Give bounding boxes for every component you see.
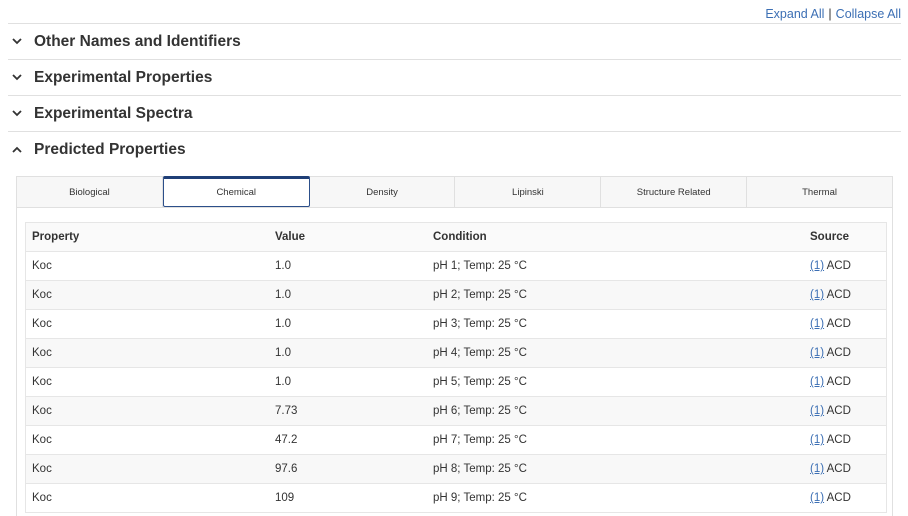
source-name: ACD (826, 289, 851, 301)
table-row: Koc 1.0 pH 2; Temp: 25 °C (1) ACD (26, 280, 886, 310)
table-row: Koc 7.73 pH 6; Temp: 25 °C (1) ACD (26, 396, 886, 426)
cell-condition: pH 8; Temp: 25 °C (427, 454, 804, 484)
source-reference-link[interactable]: (1) (810, 434, 824, 446)
table-row: Koc 1.0 pH 4; Temp: 25 °C (1) ACD (26, 338, 886, 368)
section-list: Other Names and Identifiers Experimental… (8, 23, 901, 167)
tab-lipinski[interactable]: Lipinski (455, 177, 602, 207)
cell-property: Koc (26, 280, 269, 310)
table-row: Koc 97.6 pH 8; Temp: 25 °C (1) ACD (26, 454, 886, 484)
cell-condition: pH 3; Temp: 25 °C (427, 309, 804, 339)
cell-value: 97.6 (269, 454, 427, 484)
section-title: Experimental Spectra (34, 104, 193, 122)
property-tabs: Biological Chemical Density Lipinski Str… (17, 176, 892, 208)
cell-value: 7.73 (269, 396, 427, 426)
cell-property: Koc (26, 309, 269, 339)
table-row: Koc 1.0 pH 3; Temp: 25 °C (1) ACD (26, 309, 886, 339)
source-name: ACD (826, 318, 851, 330)
table-row: Koc 109 pH 9; Temp: 25 °C (1) ACD (26, 483, 886, 513)
source-name: ACD (826, 405, 851, 417)
source-reference-link[interactable]: (1) (810, 347, 824, 359)
section-other-names[interactable]: Other Names and Identifiers (8, 23, 901, 59)
cell-value: 109 (269, 483, 427, 513)
cell-value: 47.2 (269, 425, 427, 455)
cell-value: 1.0 (269, 338, 427, 368)
cell-property: Koc (26, 251, 269, 281)
cell-property: Koc (26, 396, 269, 426)
cell-value: 1.0 (269, 280, 427, 310)
cell-value: 1.0 (269, 309, 427, 339)
header-condition[interactable]: Condition (427, 223, 804, 252)
section-title: Predicted Properties (34, 140, 186, 158)
collapse-all-link[interactable]: Collapse All (836, 7, 901, 21)
cell-source: (1) ACD (804, 251, 886, 281)
cell-source: (1) ACD (804, 425, 886, 455)
cell-source: (1) ACD (804, 338, 886, 368)
expand-collapse-links: Expand All | Collapse All (765, 7, 901, 21)
cell-property: Koc (26, 454, 269, 484)
header-source[interactable]: Source (804, 223, 886, 252)
section-experimental-spectra[interactable]: Experimental Spectra (8, 95, 901, 131)
section-title: Experimental Properties (34, 68, 213, 86)
cell-value: 1.0 (269, 251, 427, 281)
cell-condition: pH 1; Temp: 25 °C (427, 251, 804, 281)
cell-property: Koc (26, 425, 269, 455)
source-reference-link[interactable]: (1) (810, 463, 824, 475)
tab-chemical[interactable]: Chemical (162, 176, 310, 207)
cell-source: (1) ACD (804, 309, 886, 339)
section-predicted-properties[interactable]: Predicted Properties (8, 131, 901, 167)
cell-condition: pH 4; Temp: 25 °C (427, 338, 804, 368)
source-name: ACD (826, 376, 851, 388)
chevron-down-icon (8, 105, 26, 123)
source-reference-link[interactable]: (1) (810, 318, 824, 330)
source-name: ACD (826, 260, 851, 272)
source-reference-link[interactable]: (1) (810, 260, 824, 272)
source-name: ACD (826, 347, 851, 359)
tab-density[interactable]: Density (310, 177, 456, 207)
expand-all-link[interactable]: Expand All (765, 7, 824, 21)
tab-thermal[interactable]: Thermal (747, 177, 892, 207)
properties-table-wrapper: Property Value Condition Source Koc 1.0 … (25, 222, 887, 513)
cell-property: Koc (26, 338, 269, 368)
cell-condition: pH 6; Temp: 25 °C (427, 396, 804, 426)
source-name: ACD (826, 463, 851, 475)
source-reference-link[interactable]: (1) (810, 405, 824, 417)
chevron-down-icon (8, 69, 26, 87)
source-reference-link[interactable]: (1) (810, 289, 824, 301)
source-reference-link[interactable]: (1) (810, 492, 824, 504)
cell-property: Koc (26, 483, 269, 513)
cell-source: (1) ACD (804, 367, 886, 397)
tab-biological[interactable]: Biological (17, 177, 163, 207)
source-reference-link[interactable]: (1) (810, 376, 824, 388)
section-experimental-properties[interactable]: Experimental Properties (8, 59, 901, 95)
cell-source: (1) ACD (804, 454, 886, 484)
cell-source: (1) ACD (804, 483, 886, 513)
tab-structure-related[interactable]: Structure Related (601, 177, 748, 207)
header-value[interactable]: Value (269, 223, 427, 252)
cell-source: (1) ACD (804, 396, 886, 426)
chevron-up-icon (8, 141, 26, 159)
header-property[interactable]: Property (26, 223, 269, 252)
predicted-properties-panel: Biological Chemical Density Lipinski Str… (16, 176, 893, 516)
source-name: ACD (826, 492, 851, 504)
table-header-row: Property Value Condition Source (26, 223, 886, 252)
source-name: ACD (826, 434, 851, 446)
link-separator: | (828, 7, 832, 21)
cell-condition: pH 7; Temp: 25 °C (427, 425, 804, 455)
table-row: Koc 47.2 pH 7; Temp: 25 °C (1) ACD (26, 425, 886, 455)
cell-condition: pH 2; Temp: 25 °C (427, 280, 804, 310)
table-row: Koc 1.0 pH 5; Temp: 25 °C (1) ACD (26, 367, 886, 397)
cell-value: 1.0 (269, 367, 427, 397)
cell-source: (1) ACD (804, 280, 886, 310)
section-title: Other Names and Identifiers (34, 32, 241, 50)
properties-table: Property Value Condition Source Koc 1.0 … (26, 223, 886, 513)
cell-property: Koc (26, 367, 269, 397)
chevron-down-icon (8, 33, 26, 51)
table-row: Koc 1.0 pH 1; Temp: 25 °C (1) ACD (26, 251, 886, 281)
cell-condition: pH 9; Temp: 25 °C (427, 483, 804, 513)
cell-condition: pH 5; Temp: 25 °C (427, 367, 804, 397)
